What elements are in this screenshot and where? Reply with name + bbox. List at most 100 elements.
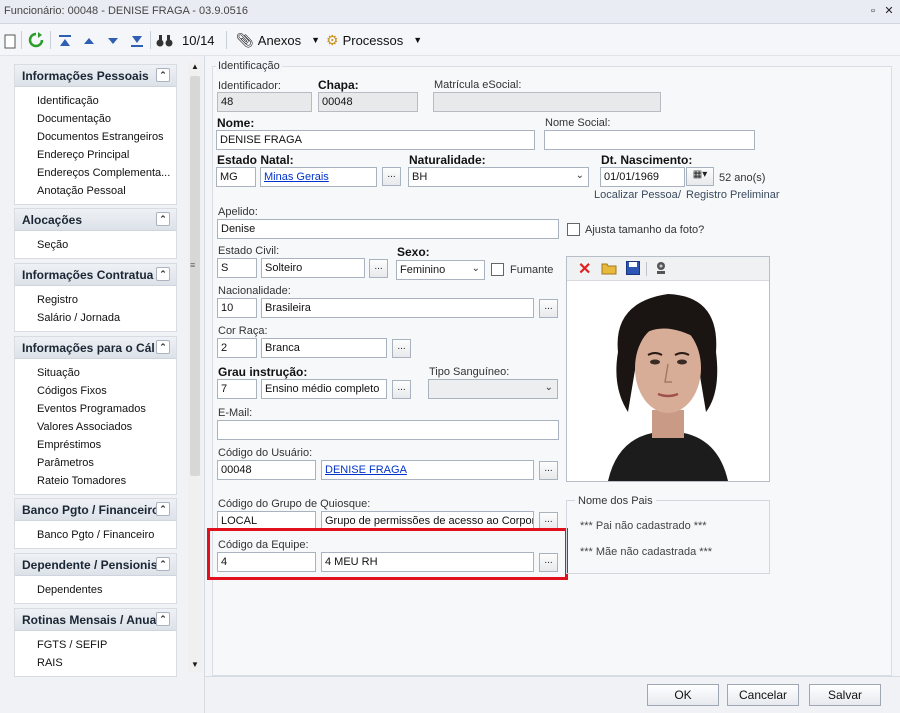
webcam-icon[interactable]	[654, 261, 668, 278]
sidebar-group-header[interactable]: Informações Pessoais ⌃	[15, 65, 176, 87]
codigo-usuario-label: Código do Usuário:	[218, 447, 313, 459]
scroll-down-icon[interactable]: ▼	[191, 660, 199, 669]
sidebar-item[interactable]: Documentos Estrangeiros	[15, 128, 176, 146]
estado-civil-code[interactable]: S	[217, 258, 257, 278]
refresh-icon[interactable]	[28, 29, 44, 51]
email-field[interactable]	[217, 420, 559, 440]
sidebar-item[interactable]: Rateio Tomadores	[15, 472, 176, 490]
binoculars-icon[interactable]	[156, 30, 174, 52]
next-record-icon[interactable]	[106, 30, 120, 52]
sidebar-group-header[interactable]: Rotinas Mensais / Anua ⌃	[15, 609, 176, 631]
codigo-usuario-lookup-button[interactable]: ...	[539, 461, 558, 480]
sidebar-item[interactable]: Situação	[15, 364, 176, 382]
last-record-icon[interactable]	[130, 30, 144, 52]
dt-nascimento-label: Dt. Nascimento:	[601, 153, 693, 167]
sidebar-item[interactable]: Anotação Pessoal	[15, 182, 176, 200]
anexos-button[interactable]: 📎︎ Anexos ▼	[236, 29, 320, 51]
scrollbar-thumb[interactable]	[190, 76, 200, 476]
dt-nascimento-field[interactable]: 01/01/1969	[600, 167, 685, 187]
processos-button[interactable]: ⚙ Processos ▼	[326, 29, 422, 51]
sidebar-item[interactable]: Códigos Fixos	[15, 382, 176, 400]
chevron-down-icon: ⌄	[544, 382, 553, 393]
identificador-field[interactable]: 48	[217, 92, 312, 112]
apelido-label: Apelido:	[218, 206, 258, 218]
sidebar-item[interactable]: Parâmetros	[15, 454, 176, 472]
collapse-icon[interactable]: ⌃	[156, 612, 170, 626]
grau-instrucao-name[interactable]: Ensino médio completo	[261, 379, 387, 399]
new-document-icon[interactable]	[4, 30, 16, 52]
sexo-select[interactable]: Feminino ⌄	[396, 260, 485, 280]
cor-raca-code[interactable]: 2	[217, 338, 257, 358]
calendar-button[interactable]: ▦▾	[686, 167, 714, 186]
first-record-icon[interactable]	[58, 30, 72, 52]
cor-raca-name[interactable]: Branca	[261, 338, 387, 358]
estado-natal-lookup-button[interactable]: ...	[382, 167, 401, 186]
scroll-up-icon[interactable]: ▲	[191, 62, 199, 71]
sidebar-item[interactable]: Valores Associados	[15, 418, 176, 436]
sidebar-item[interactable]: Registro	[15, 291, 176, 309]
sidebar-item[interactable]: FGTS / SEFIP	[15, 636, 176, 654]
ajusta-foto-checkbox[interactable]	[567, 223, 580, 236]
nacionalidade-code[interactable]: 10	[217, 298, 257, 318]
estado-natal-name[interactable]: Minas Gerais	[260, 167, 377, 187]
sidebar-item[interactable]: RAIS	[15, 654, 176, 672]
nacionalidade-name[interactable]: Brasileira	[261, 298, 534, 318]
apelido-field[interactable]: Denise	[217, 219, 559, 239]
collapse-icon[interactable]: ⌃	[156, 502, 170, 516]
collapse-icon[interactable]: ⌃	[156, 557, 170, 571]
sidebar-item[interactable]: Endereços Complementa...	[15, 164, 176, 182]
sidebar-group-header[interactable]: Banco Pgto / Financeiro ⌃	[15, 499, 176, 521]
registro-preliminar-link[interactable]: Registro Preliminar	[686, 189, 780, 201]
pin-icon[interactable]: ▫	[866, 4, 880, 18]
collapse-icon[interactable]: ⌃	[156, 212, 170, 226]
cor-raca-lookup-button[interactable]: ...	[392, 339, 411, 358]
calendar-icon: ▦▾	[692, 169, 708, 180]
sidebar-item[interactable]: Salário / Jornada	[15, 309, 176, 327]
sidebar-item[interactable]: Documentação	[15, 110, 176, 128]
ajusta-foto-label: Ajusta tamanho da foto?	[585, 224, 705, 236]
sidebar-item[interactable]: Seção	[15, 236, 176, 254]
fumante-label: Fumante	[510, 264, 554, 276]
collapse-icon[interactable]: ⌃	[156, 340, 170, 354]
save-icon[interactable]	[626, 261, 640, 278]
estado-civil-name[interactable]: Solteiro	[261, 258, 365, 278]
estado-natal-code[interactable]: MG	[216, 167, 256, 187]
nacionalidade-lookup-button[interactable]: ...	[539, 299, 558, 318]
open-folder-icon[interactable]	[601, 261, 618, 278]
close-icon[interactable]: ✕	[882, 4, 896, 18]
sidebar-scrollbar[interactable]: ▲ ▼ ≡	[188, 62, 202, 672]
grau-instrucao-code[interactable]: 7	[217, 379, 257, 399]
estado-civil-lookup-button[interactable]: ...	[369, 259, 388, 278]
ok-button[interactable]: OK	[647, 684, 719, 706]
fumante-checkbox[interactable]	[491, 263, 504, 276]
age-text: 52 ano(s)	[719, 172, 766, 184]
sidebar-group-header[interactable]: Dependente / Pensionis ⌃	[15, 554, 176, 576]
codigo-usuario-code[interactable]: 00048	[217, 460, 316, 480]
nome-social-field[interactable]	[544, 130, 755, 150]
cancel-button[interactable]: Cancelar	[727, 684, 799, 706]
chapa-field[interactable]: 00048	[318, 92, 418, 112]
sidebar-item[interactable]: Endereço Principal	[15, 146, 176, 164]
grau-instrucao-lookup-button[interactable]: ...	[392, 380, 411, 399]
naturalidade-select[interactable]: BH ⌄	[408, 167, 589, 187]
sidebar-item[interactable]: Empréstimos	[15, 436, 176, 454]
tipo-sanguineo-select[interactable]: ⌄	[428, 379, 558, 399]
localizar-pessoa-link[interactable]: Localizar Pessoa	[594, 189, 678, 201]
nome-field[interactable]: DENISE FRAGA	[216, 130, 535, 150]
save-button[interactable]: Salvar	[809, 684, 881, 706]
sidebar-item[interactable]: Banco Pgto / Financeiro	[15, 526, 176, 544]
chevron-down-icon: ⌄	[471, 263, 480, 274]
sidebar-item[interactable]: Identificação	[15, 92, 176, 110]
codigo-usuario-name[interactable]: DENISE FRAGA	[321, 460, 534, 480]
sidebar-group-header[interactable]: Informações Contratua ⌃	[15, 264, 176, 286]
sidebar-item[interactable]: Dependentes	[15, 581, 176, 599]
collapse-icon[interactable]: ⌃	[156, 267, 170, 281]
sidebar-group-header[interactable]: Informações para o Cál ⌃	[15, 337, 176, 359]
delete-photo-icon[interactable]: ✕	[578, 259, 591, 279]
collapse-icon[interactable]: ⌃	[156, 68, 170, 82]
matricula-esocial-field[interactable]	[433, 92, 661, 112]
chapa-label: Chapa:	[318, 78, 359, 92]
previous-record-icon[interactable]	[82, 30, 96, 52]
sidebar-group-header[interactable]: Alocações ⌃	[15, 209, 176, 231]
sidebar-item[interactable]: Eventos Programados	[15, 400, 176, 418]
